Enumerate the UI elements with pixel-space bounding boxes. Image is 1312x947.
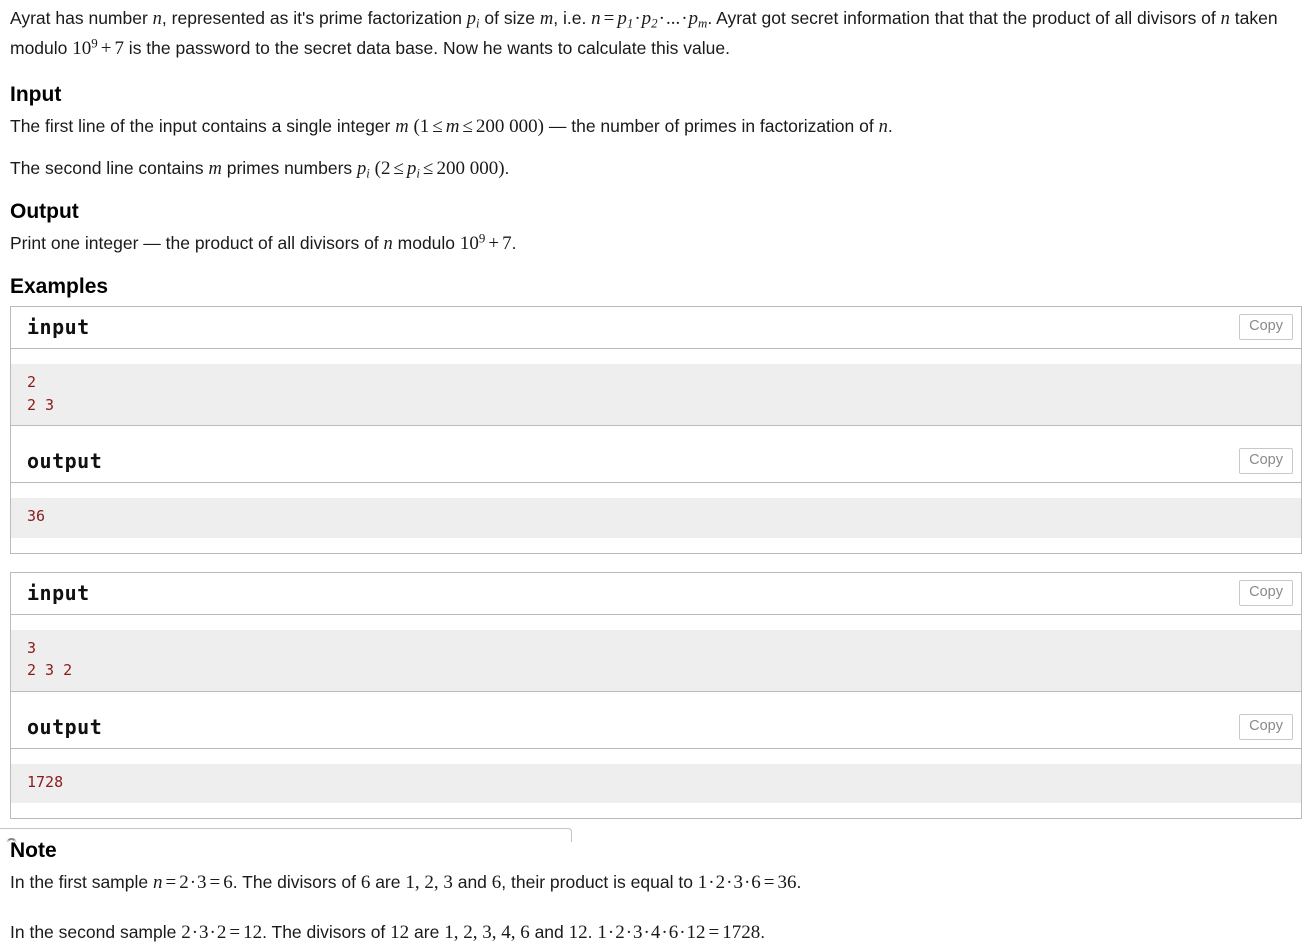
copy-output-button-1[interactable]: Copy: [1239, 448, 1293, 475]
copy-input-button-1[interactable]: Copy: [1239, 314, 1293, 341]
sample-1-input-header: input Copy: [11, 307, 1301, 350]
math-var-n-input: n: [878, 117, 888, 138]
math-num-six: 6: [360, 872, 371, 894]
math-num-twelve-2: 12: [568, 921, 588, 943]
note-heading: Note: [10, 839, 57, 863]
note2-text-5: .: [587, 921, 598, 942]
copy-input-button-2[interactable]: Copy: [1239, 579, 1293, 606]
note-section: Note In the first sample n = 2·3 = 6. The di…: [10, 837, 1302, 947]
math-var-n-2: n: [1220, 9, 1230, 29]
divisor-list-1: 1, 2, 3: [405, 872, 453, 894]
sample-2-output-data: 1728: [11, 763, 1301, 804]
legend-text-2: , represented as it's prime factorizatio…: [161, 8, 467, 28]
constraint-m: (1 ≤ m ≤200 000): [413, 116, 544, 138]
math-num-six-2: 6: [491, 872, 502, 894]
formula-product-36: 1·2·3·6 = 36: [697, 872, 797, 894]
output-spec-line: Print one integer — the product of all d…: [10, 229, 1302, 259]
output-text-2: modulo: [392, 233, 460, 254]
sample-2-input-data: 3 2 3 2: [11, 629, 1301, 692]
note2-text-4: and: [529, 921, 569, 942]
output-text-1: Print one integer — the product of all d…: [10, 233, 384, 254]
input-text-1: The first line of the input contains a s…: [10, 116, 396, 137]
math-var-p-sub-i: pi: [466, 9, 480, 31]
problem-statement-page: Ayrat has number n, represented as it's …: [0, 0, 1312, 947]
legend-text-5: . Ayrat got secret information that that…: [707, 8, 1221, 28]
sample-2-output-header: output Copy: [11, 706, 1301, 749]
input-spec-line-2: The second line contains m primes number…: [10, 154, 1302, 184]
note-paragraph-2: In the second sample 2·3·2 = 12. The divis…: [10, 918, 1302, 947]
input-spec-line-1: The first line of the input contains a s…: [10, 112, 1302, 142]
formula-modulus-output: 109 +7: [459, 230, 512, 255]
sample-1-output-data: 36: [11, 498, 1301, 538]
formula-modulus: 109 +7: [72, 34, 124, 59]
formula-12: 2·3·2 = 12: [181, 921, 263, 943]
constraint-p-i: (2 ≤ pi ≤200 000): [374, 158, 505, 181]
output-heading: Output: [10, 199, 79, 223]
note2-text-3: are: [409, 921, 445, 942]
formula-product-1728: 1·2·3·4·6·12 = 1728: [597, 921, 761, 943]
sample-1-output-header: output Copy: [11, 441, 1301, 484]
math-var-n-output: n: [383, 234, 393, 255]
input-label: input: [27, 580, 90, 605]
legend-text-1: Ayrat has number: [10, 8, 153, 28]
input2-text-3: .: [504, 158, 510, 179]
sample-1-input-data: 2 2 3: [11, 364, 1301, 427]
input-text-2: — the number of primes in factorization …: [544, 116, 879, 137]
output-text-3: .: [511, 233, 517, 254]
note1-text-2: . The divisors of: [232, 872, 361, 893]
note2-text-6: .: [760, 921, 766, 942]
formula-n-factorization: n = p1·p2·...·pm: [591, 8, 708, 31]
note-paragraph-1: In the first sample n = 2·3 = 6. The divisor…: [10, 868, 1302, 897]
formula-n-equals-six: n = 2·3 = 6: [152, 872, 233, 894]
math-var-m: m: [539, 9, 554, 29]
note1-text-1: In the first sample: [10, 872, 153, 893]
math-var-n: n: [152, 9, 162, 29]
sample-test-1: input Copy 2 2 3 output Copy 36: [10, 306, 1302, 554]
input-heading: Input: [10, 83, 62, 107]
divisor-list-2: 1, 2, 3, 4, 6: [444, 921, 530, 943]
math-var-m-input: m: [395, 117, 409, 138]
legend-text-4: , i.e.: [553, 8, 592, 28]
sample-2-input-header: input Copy: [11, 572, 1301, 615]
legend-text-7: is the password to the secret data base.…: [123, 37, 730, 58]
input2-text-1: The second line contains: [10, 158, 209, 179]
note2-text-2: . The divisors of: [262, 921, 391, 942]
problem-legend: Ayrat has number n, represented as it's …: [10, 0, 1302, 63]
note1-text-4: and: [452, 872, 492, 893]
note1-text-3: are: [370, 872, 406, 893]
sample-test-2: input Copy 3 2 3 2 output Copy 1728: [10, 571, 1302, 820]
note1-text-5: , their product is equal to: [501, 872, 698, 893]
legend-text-3: of size: [479, 8, 540, 28]
math-num-twelve: 12: [390, 921, 410, 943]
note1-text-6: .: [796, 872, 802, 893]
math-var-m-input2: m: [208, 159, 222, 180]
math-var-p-sub-i-2: pi: [357, 159, 370, 181]
sample-tests: input Copy 2 2 3 output Copy 36 input Co…: [10, 306, 1302, 820]
input2-text-2: primes numbers: [221, 158, 358, 179]
input-label: input: [27, 315, 90, 340]
output-label: output: [27, 449, 103, 474]
input-text-3: .: [887, 116, 893, 137]
note2-text-1: In the second sample: [10, 921, 182, 942]
copy-output-button-2[interactable]: Copy: [1239, 713, 1293, 740]
examples-heading: Examples: [10, 274, 109, 298]
output-label: output: [27, 714, 103, 739]
